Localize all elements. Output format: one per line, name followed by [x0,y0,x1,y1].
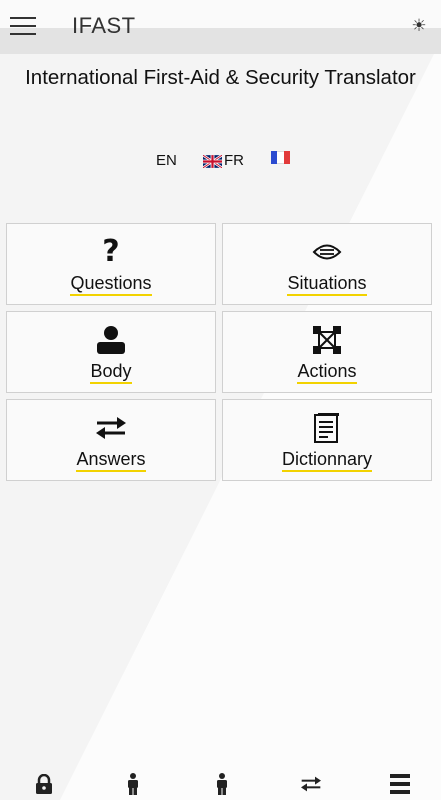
actions-icon [223,325,431,355]
situations-label: Situations [287,273,367,296]
french-flag-button[interactable] [271,151,290,164]
list-icon[interactable] [388,772,412,796]
app-bar: IFAST ☀ [0,0,441,54]
dictionnary-label: Dictionnary [281,449,373,472]
lock-icon[interactable] [32,772,56,796]
app-title: IFAST [72,13,136,38]
questions-label: Questions [70,273,152,296]
target-language-label: FR [224,152,244,169]
menu-icon[interactable] [10,17,36,37]
actions-label: Actions [297,361,357,384]
swap-arrows-icon [7,413,215,443]
source-language-label: EN [156,152,177,169]
body-label: Body [90,361,132,384]
bottom-navigation [0,766,441,800]
uk-flag-icon [203,154,222,168]
dictionnary-tile[interactable]: Dictionnary [222,399,432,481]
answers-tile[interactable]: Answers [6,399,216,481]
person-icon[interactable] [210,772,234,796]
book-icon [223,413,431,443]
actions-tile[interactable]: Actions [222,311,432,393]
language-selector: EN FR [0,151,441,171]
app-subtitle: International First-Aid & Security Trans… [25,66,416,89]
french-flag-icon [271,151,290,164]
body-tile[interactable]: Body [6,311,216,393]
question-icon: ? [102,234,120,269]
answers-label: Answers [76,449,146,472]
swap-arrows-icon[interactable] [299,772,323,796]
target-language-button[interactable]: FR [203,151,244,171]
source-language-button[interactable]: EN [156,151,177,171]
situations-tile[interactable]: Situations [222,223,432,305]
person-icon[interactable] [121,772,145,796]
person-icon [7,325,215,355]
eye-icon [223,237,431,267]
questions-tile[interactable]: ? Questions [6,223,216,305]
sun-icon[interactable]: ☀ [408,15,430,37]
